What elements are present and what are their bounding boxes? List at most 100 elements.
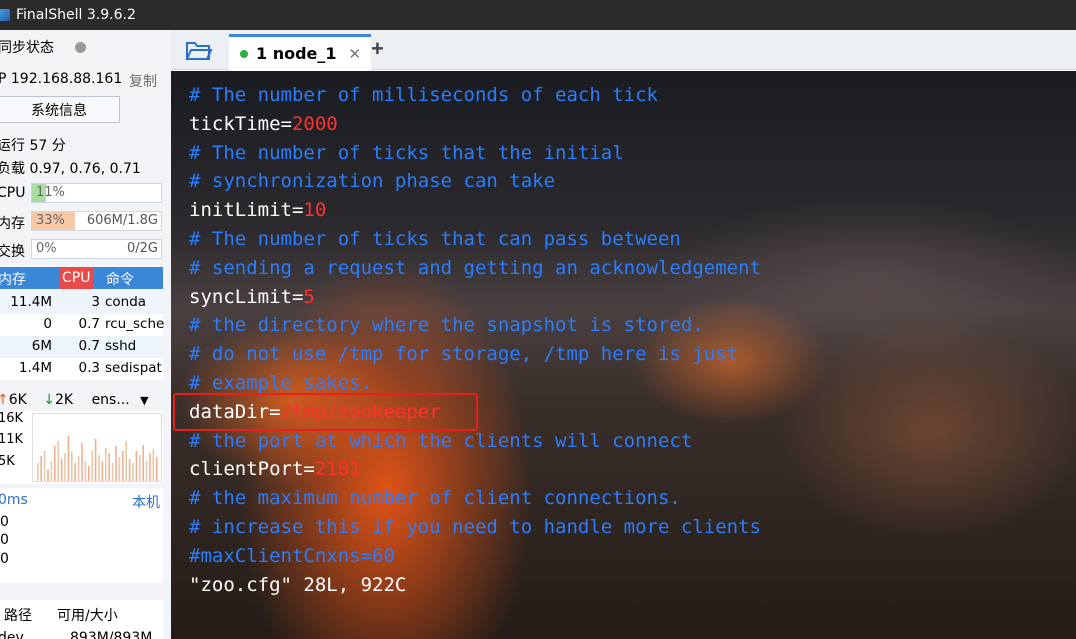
tab-node-1[interactable]: 1 node_1 ✕ (229, 34, 371, 70)
memory-percent: 33% (36, 213, 65, 228)
disk-table: 路径 可用/大小 dev 893M/893M (0, 600, 163, 639)
process-col-cpu[interactable]: CPU (59, 267, 94, 289)
terminal-text: # The number of ticks that the initial (189, 141, 624, 164)
memory-meter: 33% 606M/1.8G (31, 211, 162, 231)
network-bar (37, 463, 39, 481)
network-bar (54, 446, 56, 481)
terminal-text: tickTime= (189, 112, 292, 135)
download-arrow-icon: ↓ (43, 392, 56, 408)
load-average-text: 负载 0.97, 0.76, 0.71 (0, 161, 141, 177)
terminal-text: 5 (303, 285, 315, 308)
close-icon[interactable]: ✕ (349, 45, 362, 63)
terminal-text: # increase this if you need to handle mo… (189, 515, 761, 538)
terminal-text: # example sakes. (189, 371, 373, 394)
terminal-text: 2000 (291, 112, 338, 135)
swap-detail: 0/2G (127, 241, 158, 256)
terminal-text: # the directory where the snapshot is st… (189, 314, 704, 337)
ping-latency: 0ms (0, 492, 28, 508)
network-bars (37, 436, 158, 481)
network-bar (57, 441, 59, 481)
process-col-memory[interactable]: 内存 (0, 269, 26, 289)
terminal-text: # The number of milliseconds of each tic… (189, 84, 658, 106)
terminal-text: # do not use /tmp for storage, /tmp here… (189, 343, 739, 366)
memory-detail: 606M/1.8G (86, 213, 158, 228)
network-bar (84, 461, 87, 481)
network-bar (149, 453, 151, 481)
terminal-text: # the port at which the clients will con… (189, 429, 693, 452)
download-speed: 2K (55, 392, 74, 408)
window-title: FinalShell 3.9.6.2 (16, 7, 136, 23)
network-bar (156, 457, 158, 481)
title-bar: FinalShell 3.9.6.2 (0, 0, 1076, 30)
network-bar (47, 469, 49, 481)
chevron-down-icon[interactable]: ▼ (140, 394, 148, 407)
process-mem: 1.4M (18, 360, 52, 376)
process-row[interactable]: 6M 0.7 sshd (0, 336, 163, 358)
ping-host[interactable]: 本机 (132, 492, 160, 512)
terminal-line: # increase this if you need to handle mo… (189, 513, 761, 542)
upload-speed: 6K (8, 392, 27, 408)
uptime-text: 运行 57 分 (0, 138, 66, 154)
swap-percent: 0% (36, 241, 57, 256)
network-bar (128, 459, 131, 481)
terminal-line: # the maximum number of client connectio… (189, 484, 761, 513)
process-cpu: 3 (91, 294, 100, 310)
disk-size: 893M/893M (70, 630, 153, 639)
cpu-label: CPU (0, 185, 26, 201)
process-mem: 11.4M (10, 294, 52, 310)
system-info-button[interactable]: 系统信息 (0, 96, 120, 123)
process-row[interactable]: 1.4M 0.3 sedispat (0, 358, 163, 380)
network-bar (142, 445, 144, 481)
network-bar (94, 439, 97, 481)
ping-value: 0 (0, 514, 9, 530)
cpu-percent: 11% (36, 185, 65, 200)
terminal-text: 10 (303, 199, 327, 222)
process-col-command[interactable]: 命令 (106, 269, 134, 289)
network-bar (81, 443, 83, 481)
process-cpu: 0.7 (78, 316, 100, 332)
terminal-line: initLimit=10 (189, 196, 761, 225)
highlight-box (173, 393, 478, 431)
tab-bar: 1 node_1 ✕ + (171, 30, 1076, 70)
network-chart: 16K 11K 5K (0, 411, 163, 484)
network-bar (145, 461, 148, 481)
network-bar (111, 463, 114, 481)
process-cmd: conda (105, 294, 147, 310)
copy-ip-button[interactable]: 复制 (129, 71, 157, 91)
disk-col-size[interactable]: 可用/大小 (57, 605, 118, 625)
disk-col-path[interactable]: 路径 (4, 605, 32, 625)
network-bar (43, 451, 46, 481)
network-interface-select[interactable]: ens... (92, 392, 130, 408)
terminal-line: tickTime=2000 (189, 110, 761, 139)
ping-panel: 0ms 本机 0 0 0 (0, 488, 163, 583)
terminal-line: # do not use /tmp for storage, /tmp here… (189, 340, 761, 369)
sync-status-label: 同步状态 (0, 40, 54, 56)
swap-label: 交换 (0, 244, 25, 260)
folder-icon[interactable] (185, 38, 213, 62)
process-row[interactable]: 11.4M 3 conda (0, 292, 163, 314)
memory-label: 内存 (0, 216, 25, 232)
network-bar (91, 451, 93, 481)
network-bar (125, 441, 127, 481)
network-bar (132, 463, 134, 481)
terminal-text: # synchronization phase can take (189, 170, 556, 193)
chart-y-label: 11K (0, 432, 24, 447)
process-row[interactable]: 0 0.7 rcu_sche (0, 314, 165, 336)
terminal-text: # the maximum number of client connectio… (189, 487, 681, 510)
network-bar (64, 453, 66, 481)
terminal-text: clientPort= (189, 458, 315, 481)
terminal-line: "zoo.cfg" 28L, 922C (189, 571, 761, 600)
network-bar (118, 457, 121, 481)
tab-label: 1 node_1 (256, 44, 337, 63)
network-bar (135, 451, 138, 481)
process-cmd: rcu_sche (105, 316, 165, 332)
process-mem: 6M (31, 338, 52, 354)
add-tab-icon[interactable]: + (371, 36, 384, 62)
terminal-text: # The number of ticks that can pass betw… (189, 227, 681, 250)
ping-divider (163, 488, 164, 583)
network-bar (105, 448, 107, 481)
process-table-header: 内存 CPU 命令 (0, 267, 163, 289)
network-bar (67, 436, 70, 481)
sidebar: 同步状态 P 192.168.88.161 复制 系统信息 运行 57 分 负载… (0, 30, 171, 639)
terminal-panel[interactable]: # The number of milliseconds of each tic… (171, 71, 1076, 639)
